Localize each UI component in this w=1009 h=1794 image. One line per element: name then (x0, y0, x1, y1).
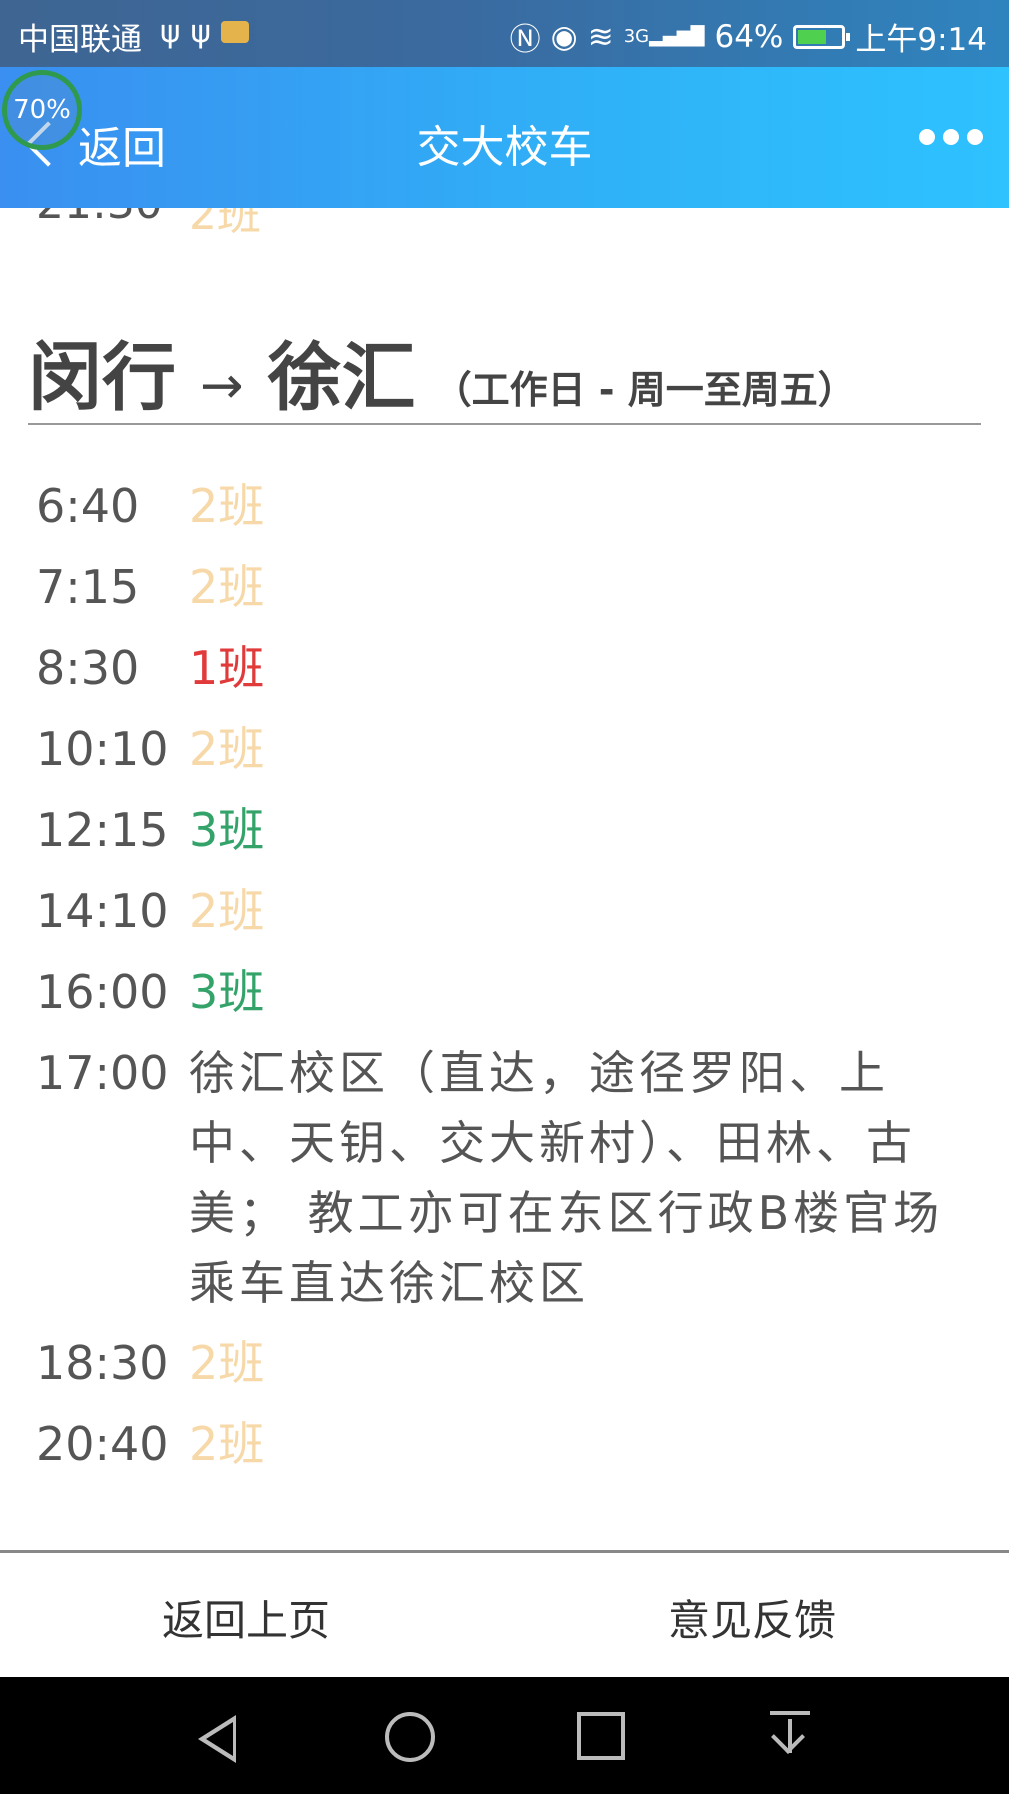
status-bar: 中国联通 ψ ψ Ⓝ ◉ ≋ 3G▂▄▆█ 64% 上午9:14 (0, 0, 1009, 67)
row-time: 10:10 (36, 722, 169, 776)
status-left-icons: ψ ψ (160, 14, 249, 50)
schedule-content: 21:30 2班 闵行 → 徐汇 （工作日 - 周一至周五） 6:40 2班 7… (0, 208, 1009, 1550)
schedule-row: 14:10 2班 (36, 876, 989, 946)
notification-pull-icon[interactable] (770, 1711, 810, 1757)
usb-icon: ψ (160, 14, 181, 50)
row-shift: 2班 (189, 479, 265, 533)
row-shift: 3班 (189, 965, 265, 1019)
eye-icon: ◉ (550, 18, 578, 55)
usb-icon: ψ (190, 14, 211, 50)
row-time: 17:00 (36, 1046, 169, 1100)
schedule-row: 17:00 徐汇校区（直达，途径罗阳、上中、天钥、交大新村）、田林、古美； 教工… (36, 1038, 979, 1318)
origin-label: 闵行 (28, 335, 176, 421)
row-description: 徐汇校区（直达，途径罗阳、上中、天钥、交大新村）、田林、古美； 教工亦可在东区行… (189, 1046, 944, 1310)
schedule-row: 20:40 2班 (36, 1409, 989, 1479)
row-shift: 2班 (189, 208, 261, 240)
row-time: 14:10 (36, 884, 169, 938)
battery-icon (793, 24, 851, 49)
dot-icon (919, 129, 935, 145)
row-shift: 2班 (189, 722, 265, 776)
row-time: 20:40 (36, 1417, 169, 1471)
floating-ball[interactable]: 70% (2, 70, 82, 150)
carrier-label: 中国联通 (18, 22, 142, 58)
row-time: 18:30 (36, 1336, 169, 1390)
page-title: 交大校车 (416, 122, 593, 173)
clock: 上午9:14 (855, 22, 987, 58)
row-shift: 2班 (189, 1336, 265, 1390)
nav-recent-icon[interactable] (577, 1712, 625, 1760)
row-time: 6:40 (36, 479, 140, 533)
row-shift: 3班 (189, 803, 265, 857)
back-page-button[interactable]: 返回上页 (162, 1587, 330, 1648)
row-time: 7:15 (36, 560, 140, 614)
schedule-row: 16:00 3班 (36, 957, 989, 1027)
row-shift: 1班 (189, 641, 265, 695)
battery-percent: 64% (714, 18, 784, 55)
dot-icon (967, 129, 983, 145)
app-header: 返回 交大校车 (0, 67, 1009, 208)
nfc-icon: Ⓝ (509, 22, 541, 58)
arrow-icon: → (200, 356, 244, 416)
schedule-row: 8:30 1班 (36, 633, 989, 703)
bottom-bar: 返回上页 意见反馈 (0, 1550, 1009, 1680)
feedback-button[interactable]: 意见反馈 (668, 1587, 836, 1648)
nav-home-icon[interactable] (385, 1712, 435, 1762)
row-shift: 2班 (189, 560, 265, 614)
status-right-icons: Ⓝ ◉ ≋ 3G▂▄▆█ 64% 上午9:14 (510, 14, 987, 59)
schedule-row: 7:15 2班 (36, 552, 989, 622)
section-heading: 闵行 → 徐汇 （工作日 - 周一至周五） (28, 318, 856, 425)
destination-label: 徐汇 (267, 335, 416, 421)
divider (28, 423, 981, 425)
row-shift: 2班 (189, 884, 265, 938)
navigation-bar (0, 1677, 1009, 1794)
schedule-row: 10:10 2班 (36, 714, 989, 784)
row-time: 21:30 (36, 208, 189, 242)
row-shift: 2班 (189, 1417, 265, 1471)
wifi-icon: ≋ (587, 18, 614, 55)
schedule-row-partial: 21:30 2班 (36, 208, 261, 242)
row-time: 12:15 (36, 803, 169, 857)
nav-back-icon[interactable] (198, 1715, 236, 1763)
dot-icon (943, 129, 959, 145)
schedule-note: （工作日 - 周一至周五） (433, 368, 856, 412)
schedule-row: 18:30 2班 (36, 1328, 989, 1398)
schedule-row: 6:40 2班 (36, 471, 989, 541)
schedule-row: 12:15 3班 (36, 795, 989, 865)
more-button[interactable] (919, 129, 983, 145)
row-time: 16:00 (36, 965, 169, 1019)
row-time: 8:30 (36, 641, 140, 695)
signal-icon: 3G▂▄▆█ (623, 26, 705, 47)
mail-icon (220, 21, 249, 43)
